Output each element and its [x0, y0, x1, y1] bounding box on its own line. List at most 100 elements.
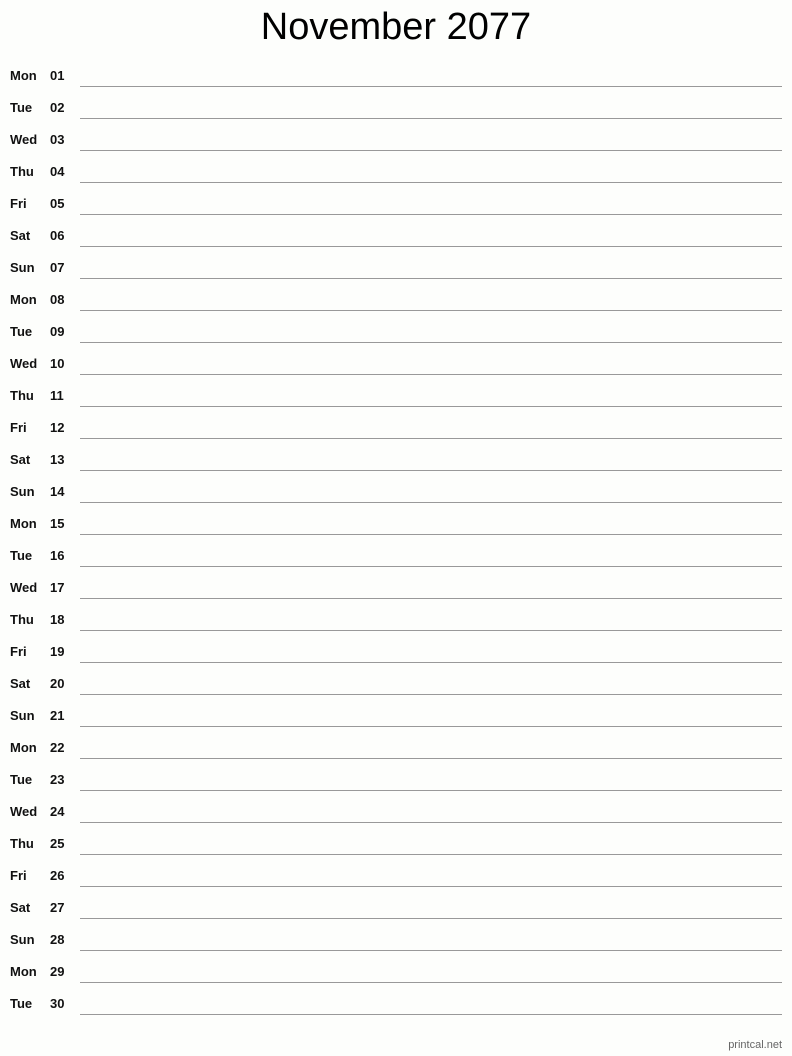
day-name: Sun [10, 708, 35, 723]
day-name: Mon [10, 740, 37, 755]
day-row: Thu 04 [0, 164, 792, 204]
day-row: Thu 11 [0, 388, 792, 428]
day-row: Mon 08 [0, 292, 792, 332]
day-number: 05 [50, 196, 65, 211]
day-row: Sun 21 [0, 708, 792, 748]
writing-line [80, 438, 782, 439]
day-number: 04 [50, 164, 65, 179]
day-number: 17 [50, 580, 65, 595]
day-name: Tue [10, 324, 33, 339]
day-row: Fri 19 [0, 644, 792, 684]
writing-line [80, 182, 782, 183]
writing-line [80, 630, 782, 631]
day-name: Sat [10, 900, 31, 915]
day-number: 14 [50, 484, 65, 499]
writing-line [80, 86, 782, 87]
day-row: Fri 12 [0, 420, 792, 460]
writing-line [80, 886, 782, 887]
day-number: 18 [50, 612, 65, 627]
writing-line [80, 1014, 782, 1015]
day-name: Mon [10, 68, 37, 83]
day-name: Sat [10, 228, 31, 243]
writing-line [80, 854, 782, 855]
day-row: Tue 30 [0, 996, 792, 1036]
day-name: Sat [10, 452, 31, 467]
day-name: Sun [10, 932, 35, 947]
day-name: Wed [10, 356, 38, 371]
day-name: Thu [10, 836, 34, 851]
day-name: Wed [10, 580, 38, 595]
day-row: Fri 05 [0, 196, 792, 236]
writing-line [80, 342, 782, 343]
day-row: Tue 23 [0, 772, 792, 812]
writing-line [80, 598, 782, 599]
day-row: Fri 26 [0, 868, 792, 908]
writing-line [80, 662, 782, 663]
writing-line [80, 790, 782, 791]
writing-line [80, 534, 782, 535]
day-row: Tue 16 [0, 548, 792, 588]
day-row: Sat 20 [0, 676, 792, 716]
writing-line [80, 566, 782, 567]
writing-line [80, 150, 782, 151]
day-row: Sun 07 [0, 260, 792, 300]
day-number: 20 [50, 676, 65, 691]
day-row: Tue 02 [0, 100, 792, 140]
day-row: Thu 18 [0, 612, 792, 652]
day-number: 08 [50, 292, 65, 307]
writing-line [80, 918, 782, 919]
writing-line [80, 214, 782, 215]
footer-credit: printcal.net [728, 1039, 782, 1051]
day-row: Mon 29 [0, 964, 792, 1004]
day-number: 03 [50, 132, 65, 147]
day-number: 06 [50, 228, 65, 243]
writing-line [80, 118, 782, 119]
day-row: Wed 10 [0, 356, 792, 396]
day-number: 10 [50, 356, 65, 371]
day-name: Tue [10, 772, 33, 787]
day-number: 21 [50, 708, 65, 723]
writing-line [80, 694, 782, 695]
day-row: Mon 01 [0, 68, 792, 108]
day-name: Sun [10, 484, 35, 499]
day-number: 09 [50, 324, 65, 339]
day-row: Sat 27 [0, 900, 792, 940]
day-name: Sun [10, 260, 35, 275]
writing-line [80, 278, 782, 279]
writing-line [80, 470, 782, 471]
day-number: 07 [50, 260, 65, 275]
day-row: Sat 13 [0, 452, 792, 492]
day-number: 15 [50, 516, 65, 531]
day-number: 28 [50, 932, 65, 947]
writing-line [80, 822, 782, 823]
day-name: Fri [10, 644, 27, 659]
day-name: Fri [10, 420, 27, 435]
day-number: 29 [50, 964, 65, 979]
day-number: 25 [50, 836, 65, 851]
day-number: 19 [50, 644, 65, 659]
writing-line [80, 950, 782, 951]
day-row: Sun 14 [0, 484, 792, 524]
page-title: November 2077 [260, 6, 532, 48]
day-name: Fri [10, 868, 27, 883]
writing-line [80, 246, 782, 247]
writing-line [80, 502, 782, 503]
day-name: Tue [10, 100, 33, 115]
writing-line [80, 726, 782, 727]
day-number: 23 [50, 772, 65, 787]
day-name: Thu [10, 164, 34, 179]
day-number: 30 [50, 996, 65, 1011]
day-row: Sun 28 [0, 932, 792, 972]
day-name: Mon [10, 964, 37, 979]
writing-line [80, 406, 782, 407]
day-number: 27 [50, 900, 65, 915]
day-number: 02 [50, 100, 65, 115]
day-row: Wed 03 [0, 132, 792, 172]
day-row: Wed 17 [0, 580, 792, 620]
day-row: Sat 06 [0, 228, 792, 268]
day-name: Wed [10, 804, 38, 819]
day-name: Fri [10, 196, 27, 211]
day-name: Sat [10, 676, 31, 691]
day-row: Tue 09 [0, 324, 792, 364]
day-name: Mon [10, 516, 37, 531]
